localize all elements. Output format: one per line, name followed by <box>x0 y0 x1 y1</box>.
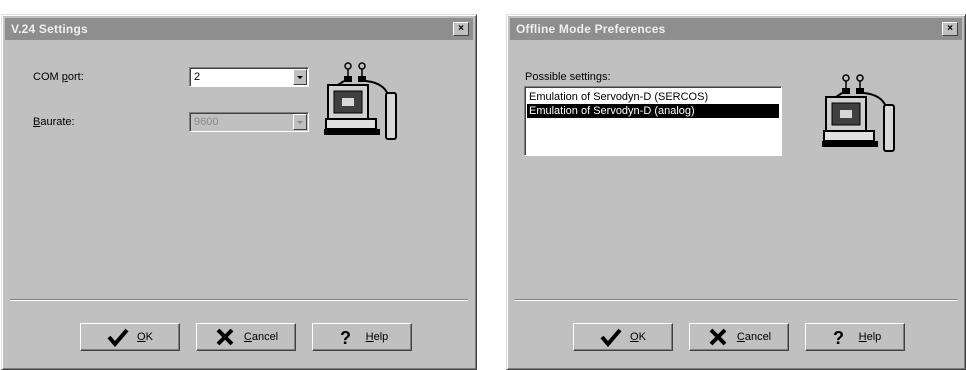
com-port-label: COM port: <box>33 71 84 83</box>
cancel-label: Cancel <box>243 331 279 343</box>
svg-text:?: ? <box>833 328 844 347</box>
baudrate-select[interactable]: 9600 <box>189 112 309 132</box>
v24-settings-dialog: V.24 Settings × COM port: 2 Baurate: 960… <box>1 14 477 370</box>
help-label: Help <box>365 331 389 343</box>
offline-mode-preferences-dialog: Offline Mode Preferences × Possible sett… <box>506 14 966 370</box>
title-bar[interactable]: Offline Mode Preferences × <box>510 18 962 40</box>
help-button[interactable]: ? Help <box>312 323 412 351</box>
checkmark-icon <box>107 328 129 347</box>
ok-button[interactable]: OK <box>573 323 673 351</box>
question-mark-icon: ? <box>833 328 844 347</box>
baudrate-label: Baurate: <box>33 116 75 128</box>
com-port-select[interactable]: 2 <box>189 67 309 87</box>
separator <box>10 299 468 301</box>
computer-with-cable-icon <box>822 74 895 152</box>
list-item[interactable]: Emulation of Servodyn-D (SERCOS) <box>527 90 779 104</box>
separator <box>515 299 957 301</box>
chevron-down-icon[interactable] <box>293 69 307 85</box>
help-button[interactable]: ? Help <box>805 323 905 351</box>
ok-label: OK <box>630 331 646 343</box>
possible-settings-label: Possible settings: <box>525 71 611 83</box>
question-mark-icon: ? <box>340 328 351 347</box>
baudrate-value: 9600 <box>194 116 219 128</box>
checkmark-icon <box>600 328 622 347</box>
title-bar[interactable]: V.24 Settings × <box>5 18 473 40</box>
x-mark-icon <box>216 328 234 346</box>
settings-listbox[interactable]: Emulation of Servodyn-D (SERCOS) Emulati… <box>524 86 782 156</box>
computer-with-cable-icon <box>324 62 397 140</box>
svg-text:?: ? <box>340 328 351 347</box>
ok-button[interactable]: OK <box>80 323 180 351</box>
ok-label: OK <box>137 331 153 343</box>
list-item-selected[interactable]: Emulation of Servodyn-D (analog) <box>527 104 779 118</box>
close-button[interactable]: × <box>453 22 469 36</box>
dialog-title: V.24 Settings <box>11 22 88 36</box>
com-port-value: 2 <box>194 71 201 83</box>
cancel-label: Cancel <box>736 331 772 343</box>
dialog-title: Offline Mode Preferences <box>516 22 666 36</box>
cancel-button[interactable]: Cancel <box>689 323 789 351</box>
cancel-button[interactable]: Cancel <box>196 323 296 351</box>
help-label: Help <box>858 331 882 343</box>
close-button[interactable]: × <box>942 22 958 36</box>
chevron-down-icon <box>293 114 307 130</box>
x-mark-icon <box>709 328 727 346</box>
